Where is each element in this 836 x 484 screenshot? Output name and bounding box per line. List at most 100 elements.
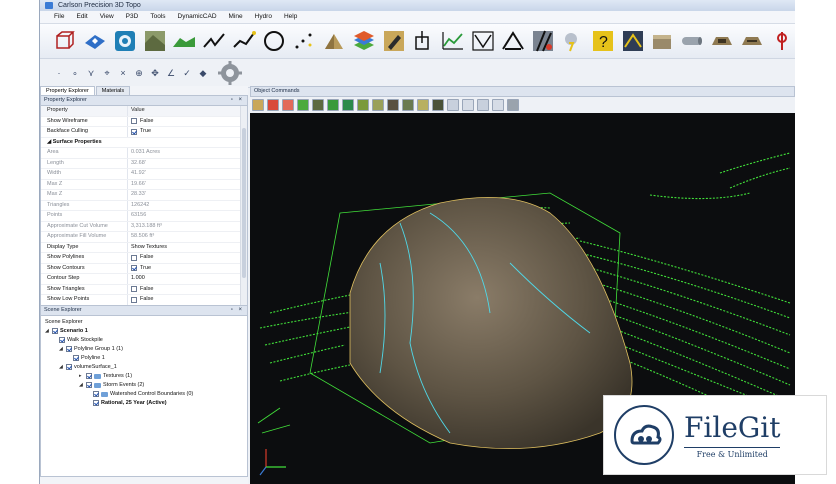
cmd-contour-icon[interactable]: [327, 99, 339, 111]
cmd-house-icon[interactable]: [417, 99, 429, 111]
collapse-icon[interactable]: ◢: [79, 381, 84, 389]
profile-tool[interactable]: [440, 28, 466, 54]
draw-move-icon[interactable]: ✥: [148, 66, 162, 80]
marker-tool[interactable]: [769, 28, 795, 54]
menu-tools[interactable]: Tools: [144, 11, 171, 23]
cmd-boundary-icon[interactable]: [342, 99, 354, 111]
checkbox[interactable]: [93, 391, 99, 397]
expand-icon[interactable]: ▸: [79, 372, 84, 380]
draw-angle-icon[interactable]: ∠: [164, 66, 178, 80]
property-value-cell[interactable]: False: [128, 285, 247, 295]
tree-item-walk-stockpile[interactable]: Walk Stockpile: [59, 336, 103, 344]
tree-item-polyline[interactable]: Polyline 1: [73, 354, 105, 362]
cmd-terrain-icon[interactable]: [312, 99, 324, 111]
tree-item-polyline-group[interactable]: ◢ Polyline Group 1 (1): [59, 345, 123, 353]
section-tool[interactable]: [411, 28, 437, 54]
panel-pin-close-icon[interactable]: ▫ ×: [231, 306, 244, 315]
tree-item-watershed[interactable]: Watershed Control Boundaries (0): [93, 390, 193, 398]
checkbox[interactable]: [131, 286, 137, 293]
cmd-pencil-icon[interactable]: [372, 99, 384, 111]
culvert-tool[interactable]: [709, 28, 735, 54]
display-type-select[interactable]: Show Textures: [128, 243, 247, 253]
tree-item-volume-surface[interactable]: ◢ volumeSurface_1: [59, 363, 117, 371]
cmd-mesh-icon[interactable]: [402, 99, 414, 111]
menu-view[interactable]: View: [94, 11, 120, 23]
stockpile-surface[interactable]: [350, 197, 632, 449]
contour-step-input[interactable]: 1.000: [128, 274, 247, 284]
property-grid-scrollbar[interactable]: [240, 106, 247, 312]
panel-pin-close-icon[interactable]: ▫ ×: [231, 96, 244, 105]
property-value-cell[interactable]: False: [128, 253, 247, 263]
draw-diamond-icon[interactable]: ◆: [196, 66, 210, 80]
checkbox[interactable]: [86, 382, 92, 388]
cmd-pattern-icon[interactable]: [267, 99, 279, 111]
menu-edit[interactable]: Edit: [70, 11, 93, 23]
property-value-cell[interactable]: False: [128, 117, 247, 127]
checkbox[interactable]: [131, 118, 137, 125]
cmd-surface-icon[interactable]: [297, 99, 309, 111]
storm-tool[interactable]: [560, 28, 586, 54]
texture-tool[interactable]: [142, 28, 168, 54]
property-row[interactable]: Show Contours True: [41, 263, 247, 274]
checkbox[interactable]: [52, 328, 58, 334]
points-tool[interactable]: [291, 28, 317, 54]
terrain-tool[interactable]: [172, 28, 198, 54]
edit-tool[interactable]: [381, 28, 407, 54]
flow-tool[interactable]: [620, 28, 646, 54]
slope-tool[interactable]: [500, 28, 526, 54]
cmd-pattern2-icon[interactable]: [282, 99, 294, 111]
checkbox[interactable]: [93, 400, 99, 406]
cmd-grid-icon[interactable]: [432, 99, 444, 111]
checkbox[interactable]: [131, 296, 137, 303]
property-value-cell[interactable]: False: [128, 295, 247, 305]
property-row[interactable]: Contour Step 1.000: [41, 274, 247, 285]
menu-file[interactable]: File: [48, 11, 70, 23]
cmd-delete-icon[interactable]: [492, 99, 504, 111]
settings-gear-icon[interactable]: [218, 61, 242, 85]
cmd-copy-icon[interactable]: [447, 99, 459, 111]
line-tool[interactable]: [231, 28, 257, 54]
draw-node-icon[interactable]: ∘: [68, 66, 82, 80]
collapse-icon[interactable]: ◢: [59, 345, 64, 353]
checkbox[interactable]: [59, 337, 65, 343]
checkbox[interactable]: [86, 373, 92, 379]
checkbox[interactable]: [66, 364, 72, 370]
wireframe-cube-tool[interactable]: [52, 28, 78, 54]
property-value-cell[interactable]: True: [128, 264, 247, 274]
grid-profile-tool[interactable]: [470, 28, 496, 54]
volume-tool[interactable]: [650, 28, 676, 54]
pipe-tool[interactable]: [679, 28, 705, 54]
menu-help[interactable]: Help: [278, 11, 303, 23]
surface-properties-section[interactable]: ◢ Surface Properties: [41, 138, 247, 148]
cmd-edit-icon[interactable]: [252, 99, 264, 111]
tree-item-textures[interactable]: ▸ Textures (1): [79, 372, 132, 380]
road-tool[interactable]: [530, 28, 556, 54]
property-row[interactable]: Display Type Show Textures: [41, 242, 247, 253]
scrollbar-thumb[interactable]: [242, 128, 246, 278]
layers-tool[interactable]: [351, 28, 377, 54]
collapse-icon[interactable]: ◢: [45, 327, 50, 335]
checkbox[interactable]: [131, 265, 137, 272]
menu-p3d[interactable]: P3D: [120, 11, 145, 23]
tab-property-explorer[interactable]: Property Explorer: [40, 86, 95, 95]
tree-item-scenario[interactable]: ◢ Scenario 1: [45, 327, 88, 335]
property-row[interactable]: Show Polylines False: [41, 253, 247, 264]
menu-dynamiccad[interactable]: DynamicCAD: [172, 11, 223, 23]
cmd-texture-icon[interactable]: [387, 99, 399, 111]
draw-target-icon[interactable]: ⊕: [132, 66, 146, 80]
circle-tool[interactable]: [261, 28, 287, 54]
globe-tool[interactable]: [112, 28, 138, 54]
cmd-paste-icon[interactable]: [462, 99, 474, 111]
checkbox[interactable]: [131, 254, 137, 261]
checkbox[interactable]: [73, 355, 79, 361]
help-tool[interactable]: ?: [590, 28, 616, 54]
stockpile-tool[interactable]: [321, 28, 347, 54]
cmd-stack-icon[interactable]: [477, 99, 489, 111]
draw-point-icon[interactable]: ·: [52, 66, 66, 80]
surface-tool[interactable]: [82, 28, 108, 54]
menu-hydro[interactable]: Hydro: [249, 11, 278, 23]
menu-mine[interactable]: Mine: [223, 11, 249, 23]
draw-check-icon[interactable]: ✓: [180, 66, 194, 80]
property-row[interactable]: Backface Culling True: [41, 127, 247, 138]
polyline-tool[interactable]: [201, 28, 227, 54]
